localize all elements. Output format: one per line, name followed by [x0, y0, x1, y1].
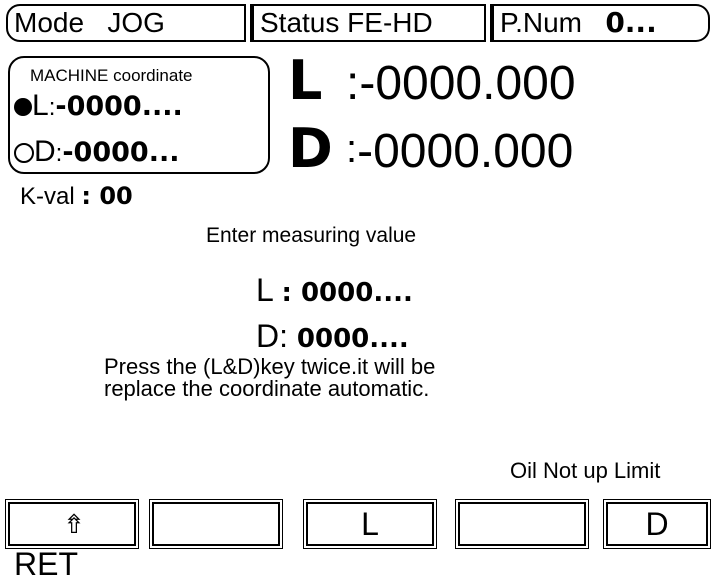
l-coordinate-display: L :-0000.000 — [288, 49, 576, 112]
kval-row: K-val : 00 — [20, 182, 133, 211]
pnum-label: P.Num — [500, 7, 582, 38]
status-field: Status FE-HD — [250, 4, 486, 42]
entry-l-field[interactable]: L : 0000.... — [256, 272, 413, 309]
machine-coordinate-panel: MACHINE coordinate L:-0000.... D:-0000..… — [8, 56, 270, 174]
kval-value: : 00 — [81, 182, 133, 210]
l-axis-label: L — [288, 49, 323, 112]
d-softkey[interactable]: D — [603, 499, 711, 549]
machine-l-value: -0000.... — [55, 91, 183, 122]
status-message: Oil Not up Limit — [510, 458, 661, 483]
ret-softkey-label: RET — [14, 546, 78, 582]
entry-d-value: 0000.... — [296, 324, 409, 354]
instruction-line-1: Press the (L&D)key twice.it will be — [104, 354, 436, 379]
return-arrow-icon: ⇮ — [63, 509, 85, 539]
measure-prompt: Enter measuring value — [206, 224, 417, 247]
instruction-note: Press the (L&D)key twice.it will be repl… — [104, 356, 435, 400]
mode-label: Mode — [14, 7, 85, 38]
pnum-value: 0... — [605, 6, 657, 39]
d-axis-label: D — [288, 117, 333, 180]
instruction-line-2: replace the coordinate automatic. — [104, 376, 430, 401]
l-coordinate-value: :-0000.000 — [346, 57, 576, 110]
status-label: Status — [260, 7, 340, 38]
entry-d-label: D: — [256, 318, 288, 354]
machine-l-row[interactable]: L:-0000.... — [14, 88, 183, 126]
ret-softkey[interactable]: ⇮ RET — [5, 499, 139, 582]
mode-value: JOG — [107, 7, 165, 38]
status-value: FE-HD — [347, 7, 433, 38]
empty-radio-icon — [14, 143, 34, 164]
entry-l-value: : 0000.... — [281, 278, 413, 308]
machine-panel-title: MACHINE coordinate — [30, 66, 193, 85]
kval-label: K-val — [20, 183, 75, 210]
machine-l-label: L — [32, 89, 49, 122]
mode-field: Mode JOG — [6, 4, 246, 42]
filled-radio-icon — [14, 98, 32, 117]
d-softkey-label: D — [645, 506, 669, 542]
machine-d-value: -0000... — [62, 137, 180, 168]
softkey-2[interactable] — [149, 499, 283, 549]
entry-l-label: L — [256, 272, 273, 308]
l-softkey[interactable]: L — [303, 499, 437, 549]
softkey-4[interactable] — [455, 499, 589, 549]
pnum-field: P.Num 0... — [490, 4, 710, 42]
d-coordinate-display: D:-0000.000 — [288, 117, 574, 180]
l-softkey-label: L — [361, 506, 379, 542]
entry-d-field[interactable]: D: 0000.... — [256, 318, 409, 355]
d-coordinate-value: -0000.000 — [357, 125, 574, 178]
machine-d-row[interactable]: D:-0000... — [14, 134, 179, 172]
machine-d-label: D — [34, 135, 56, 168]
